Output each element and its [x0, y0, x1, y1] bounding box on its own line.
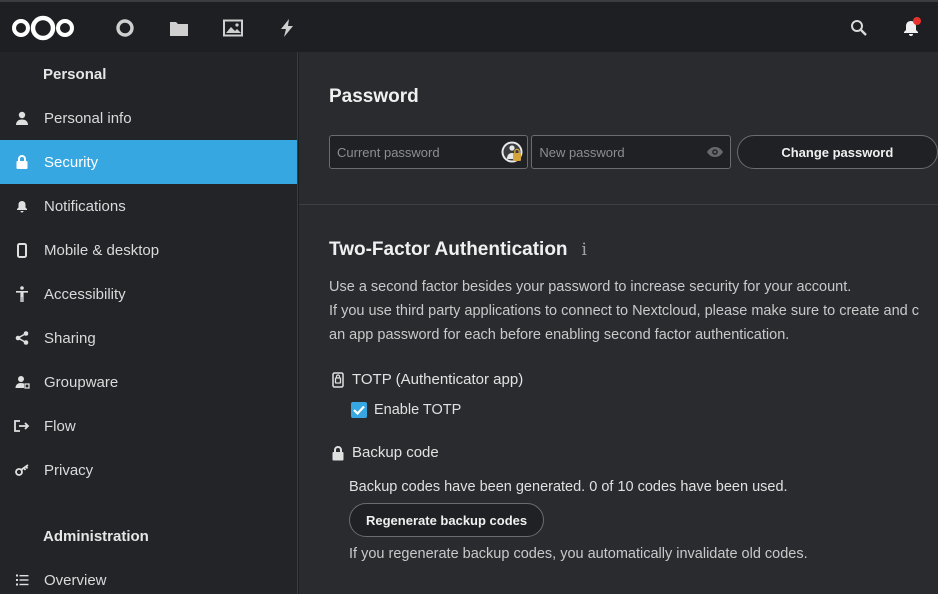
search-icon[interactable]	[848, 16, 870, 40]
sidebar-heading-personal: Personal	[43, 65, 107, 83]
totp-provider: TOTP (Authenticator app)	[329, 371, 938, 388]
info-icon[interactable]: i	[582, 240, 587, 260]
settings-content: Password Change password Two-Factor Auth…	[299, 52, 938, 594]
new-password-input[interactable]	[532, 136, 730, 168]
description-line: Use a second factor besides your passwor…	[329, 279, 852, 295]
current-password-field	[329, 135, 529, 169]
sidebar-item-label: Privacy	[44, 461, 94, 479]
activity-icon[interactable]	[260, 14, 314, 42]
flow-icon	[0, 404, 44, 448]
enable-totp-row[interactable]: Enable TOTP	[351, 402, 938, 418]
sidebar-item-accessibility[interactable]: Accessibility	[0, 272, 297, 316]
sidebar-item-privacy[interactable]: Privacy	[0, 448, 297, 492]
description-line: If you use third party applications to c…	[329, 303, 919, 319]
totp-title: TOTP (Authenticator app)	[352, 371, 524, 388]
enable-totp-label[interactable]: Enable TOTP	[374, 402, 461, 418]
top-bar	[0, 0, 938, 52]
dashboard-icon[interactable]	[98, 14, 152, 42]
sidebar-item-label: Security	[44, 153, 99, 171]
photos-icon[interactable]	[206, 14, 260, 42]
list-icon	[0, 558, 44, 594]
key-icon	[0, 448, 44, 492]
files-icon[interactable]	[152, 14, 206, 42]
sidebar-item-label: Flow	[44, 417, 76, 435]
password-manager-icon[interactable]	[501, 141, 523, 163]
two-factor-description: Use a second factor besides your passwor…	[329, 275, 938, 347]
enable-totp-checkbox[interactable]	[351, 402, 367, 418]
backup-code-title: Backup code	[352, 444, 439, 461]
sidebar-item-overview[interactable]: Overview	[0, 558, 297, 594]
sidebar-heading-administration: Administration	[43, 527, 149, 545]
backup-code-provider: Backup code	[329, 444, 938, 461]
backup-code-status: Backup codes have been generated. 0 of 1…	[349, 479, 788, 495]
sidebar-item-label: Accessibility	[44, 285, 126, 303]
new-password-field	[531, 135, 731, 169]
sidebar-item-groupware[interactable]: Groupware	[0, 360, 297, 404]
password-section: Password Change password	[299, 52, 938, 205]
share-icon	[0, 316, 44, 360]
two-factor-section: Two-Factor Authentication i Use a second…	[299, 205, 938, 562]
two-factor-title: Two-Factor Authentication	[329, 239, 568, 260]
accessibility-icon	[0, 272, 44, 316]
sidebar-item-label: Notifications	[44, 197, 126, 215]
sidebar-item-label: Sharing	[44, 329, 96, 347]
sidebar-item-label: Personal info	[44, 109, 132, 127]
user-icon	[0, 96, 44, 140]
sidebar-item-flow[interactable]: Flow	[0, 404, 297, 448]
sidebar-item-sharing[interactable]: Sharing	[0, 316, 297, 360]
settings-sidebar: Personal Personal info Security Notifica…	[0, 52, 298, 594]
sidebar-item-label: Mobile & desktop	[44, 241, 160, 259]
sidebar-item-notifications[interactable]: Notifications	[0, 184, 297, 228]
authenticator-icon	[332, 371, 344, 388]
phone-icon	[0, 228, 44, 272]
current-password-input[interactable]	[330, 136, 528, 168]
change-password-button[interactable]: Change password	[736, 135, 938, 169]
lock-icon	[332, 445, 344, 460]
password-title: Password	[329, 86, 419, 107]
sidebar-item-mobile-desktop[interactable]: Mobile & desktop	[0, 228, 297, 272]
nextcloud-logo[interactable]	[12, 14, 74, 42]
sidebar-item-label: Overview	[44, 571, 107, 589]
checkmark-icon	[353, 405, 365, 415]
groupware-icon	[0, 360, 44, 404]
sidebar-item-label: Groupware	[44, 373, 119, 391]
sidebar-item-personal-info[interactable]: Personal info	[0, 96, 297, 140]
show-password-eye-icon[interactable]	[704, 141, 726, 163]
notification-badge	[913, 17, 921, 25]
backup-code-note: If you regenerate backup codes, you auto…	[349, 546, 808, 562]
bell-icon	[0, 184, 44, 228]
regenerate-backup-codes-button[interactable]: Regenerate backup codes	[349, 503, 545, 537]
description-line: an app password for each before enabling…	[329, 327, 790, 343]
notifications-bell-icon[interactable]	[900, 16, 922, 40]
app-menu	[98, 14, 314, 42]
lock-icon	[0, 140, 44, 184]
sidebar-item-security[interactable]: Security	[0, 140, 297, 184]
